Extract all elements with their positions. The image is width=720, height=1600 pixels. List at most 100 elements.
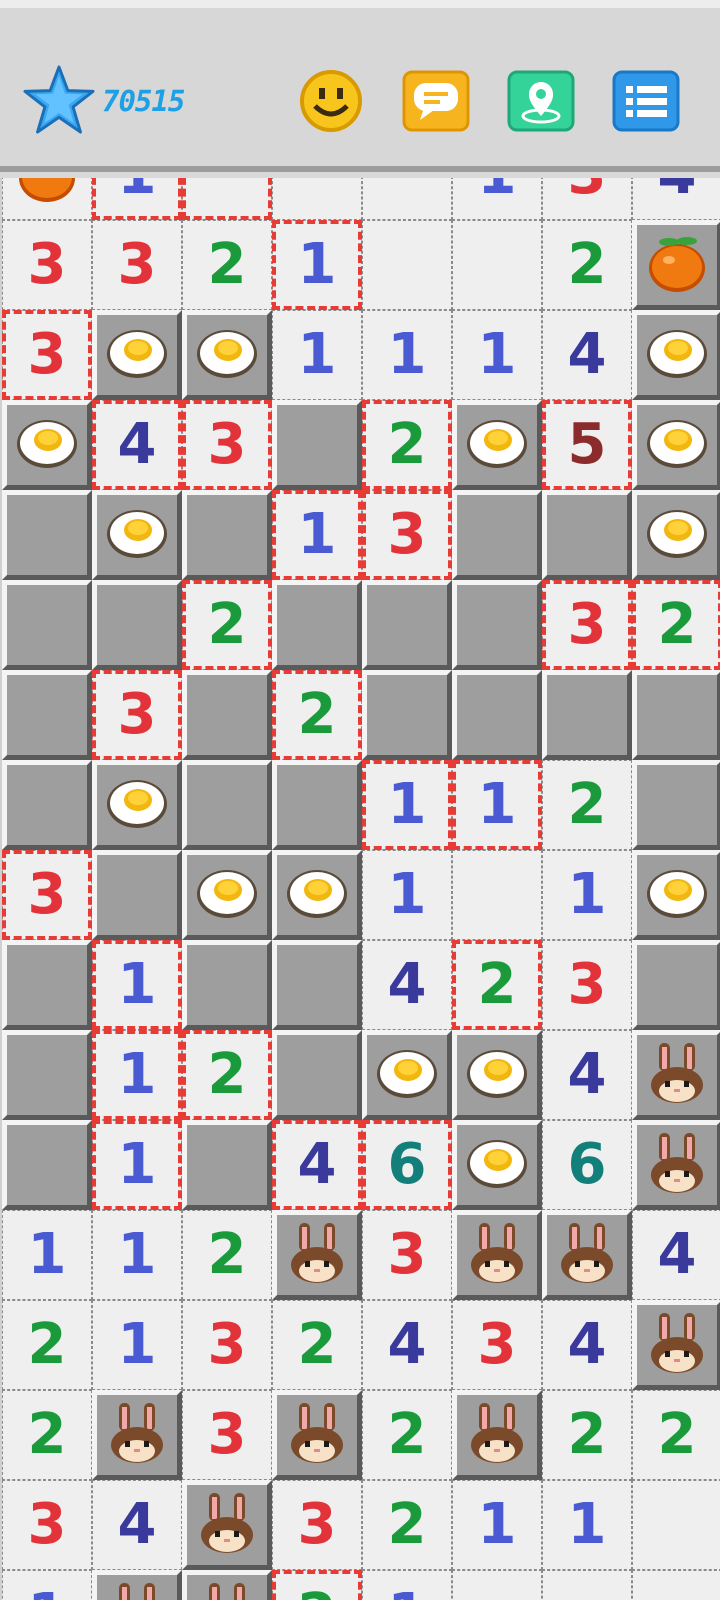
number-cell[interactable]: 3 [182, 1390, 272, 1480]
egg-cell[interactable] [182, 310, 272, 400]
number-cell[interactable]: 2 [2, 1300, 92, 1390]
map-location-button[interactable] [507, 70, 575, 132]
number-cell[interactable]: 1 [272, 490, 362, 580]
covered-cell[interactable] [182, 490, 272, 580]
number-cell[interactable]: 2 [182, 220, 272, 310]
bunny-cell[interactable] [272, 1390, 362, 1480]
empty-cell[interactable] [272, 178, 362, 220]
covered-cell[interactable] [182, 760, 272, 850]
number-cell[interactable]: 3 [2, 1480, 92, 1570]
bunny-cell[interactable] [92, 1390, 182, 1480]
number-cell[interactable]: 1 [2, 1570, 92, 1600]
number-cell[interactable]: 1 [362, 850, 452, 940]
covered-cell[interactable] [182, 670, 272, 760]
number-cell[interactable]: 2 [362, 400, 452, 490]
bunny-cell[interactable] [632, 1030, 720, 1120]
covered-cell[interactable] [632, 670, 720, 760]
number-cell[interactable]: 4 [632, 1210, 720, 1300]
egg-cell[interactable] [452, 400, 542, 490]
number-cell[interactable]: 1 [92, 178, 182, 220]
covered-cell[interactable] [2, 670, 92, 760]
empty-cell[interactable] [632, 1480, 720, 1570]
egg-cell[interactable] [272, 850, 362, 940]
number-cell[interactable]: 3 [452, 1300, 542, 1390]
covered-cell[interactable] [542, 670, 632, 760]
number-cell[interactable]: 4 [362, 940, 452, 1030]
number-cell[interactable]: 3 [2, 310, 92, 400]
egg-cell[interactable] [2, 400, 92, 490]
number-cell[interactable]: 1 [362, 310, 452, 400]
number-cell[interactable]: 1 [452, 310, 542, 400]
empty-cell[interactable] [452, 1570, 542, 1600]
number-cell[interactable]: 2 [272, 1570, 362, 1600]
number-cell[interactable]: 1 [452, 1480, 542, 1570]
number-cell[interactable]: 2 [182, 580, 272, 670]
number-cell[interactable]: 3 [272, 1480, 362, 1570]
covered-cell[interactable] [272, 1030, 362, 1120]
smiley-face-button[interactable] [297, 70, 365, 132]
covered-cell[interactable] [272, 400, 362, 490]
empty-cell[interactable] [182, 178, 272, 220]
number-cell[interactable]: 3 [2, 850, 92, 940]
number-cell[interactable]: 2 [182, 1030, 272, 1120]
covered-cell[interactable] [2, 580, 92, 670]
empty-cell[interactable] [542, 1570, 632, 1600]
number-cell[interactable]: 3 [182, 1300, 272, 1390]
orange-cell[interactable] [632, 220, 720, 310]
egg-cell[interactable] [92, 310, 182, 400]
number-cell[interactable]: 4 [542, 1300, 632, 1390]
number-cell[interactable]: 4 [542, 1030, 632, 1120]
number-cell[interactable]: 1 [92, 1210, 182, 1300]
number-cell[interactable]: 3 [92, 670, 182, 760]
egg-cell[interactable] [632, 400, 720, 490]
number-cell[interactable]: 2 [542, 1390, 632, 1480]
bunny-cell[interactable] [272, 1210, 362, 1300]
number-cell[interactable]: 4 [632, 178, 720, 220]
number-cell[interactable]: 4 [542, 310, 632, 400]
number-cell[interactable]: 1 [452, 760, 542, 850]
empty-cell[interactable] [362, 178, 452, 220]
number-cell[interactable]: 5 [542, 400, 632, 490]
number-cell[interactable]: 1 [542, 850, 632, 940]
number-cell[interactable]: 2 [542, 760, 632, 850]
bunny-cell[interactable] [92, 1570, 182, 1600]
number-cell[interactable]: 3 [542, 580, 632, 670]
number-cell[interactable]: 2 [272, 1300, 362, 1390]
bunny-cell[interactable] [182, 1480, 272, 1570]
number-cell[interactable]: 1 [92, 940, 182, 1030]
bunny-cell[interactable] [632, 1120, 720, 1210]
number-cell[interactable]: 4 [272, 1120, 362, 1210]
number-cell[interactable]: 1 [92, 1030, 182, 1120]
covered-cell[interactable] [2, 1120, 92, 1210]
bunny-cell[interactable] [632, 1300, 720, 1390]
empty-cell[interactable] [452, 850, 542, 940]
bunny-cell[interactable] [452, 1390, 542, 1480]
covered-cell[interactable] [92, 850, 182, 940]
covered-cell[interactable] [182, 1120, 272, 1210]
number-cell[interactable]: 1 [2, 1210, 92, 1300]
covered-cell[interactable] [272, 580, 362, 670]
number-cell[interactable]: 2 [632, 1390, 720, 1480]
covered-cell[interactable] [2, 940, 92, 1030]
egg-cell[interactable] [182, 850, 272, 940]
number-cell[interactable]: 3 [182, 400, 272, 490]
covered-cell[interactable] [182, 940, 272, 1030]
number-cell[interactable]: 3 [542, 940, 632, 1030]
number-cell[interactable]: 2 [362, 1480, 452, 1570]
covered-cell[interactable] [92, 580, 182, 670]
egg-cell[interactable] [452, 1120, 542, 1210]
number-cell[interactable]: 1 [362, 760, 452, 850]
number-cell[interactable]: 6 [362, 1120, 452, 1210]
number-cell[interactable]: 2 [272, 670, 362, 760]
number-cell[interactable]: 3 [362, 490, 452, 580]
egg-cell[interactable] [632, 490, 720, 580]
covered-cell[interactable] [632, 940, 720, 1030]
covered-cell[interactable] [452, 580, 542, 670]
egg-cell[interactable] [92, 760, 182, 850]
egg-cell[interactable] [632, 310, 720, 400]
number-cell[interactable]: 4 [92, 400, 182, 490]
number-cell[interactable]: 1 [272, 220, 362, 310]
number-cell[interactable]: 1 [362, 1570, 452, 1600]
number-cell[interactable]: 2 [2, 1390, 92, 1480]
number-cell[interactable]: 2 [542, 220, 632, 310]
